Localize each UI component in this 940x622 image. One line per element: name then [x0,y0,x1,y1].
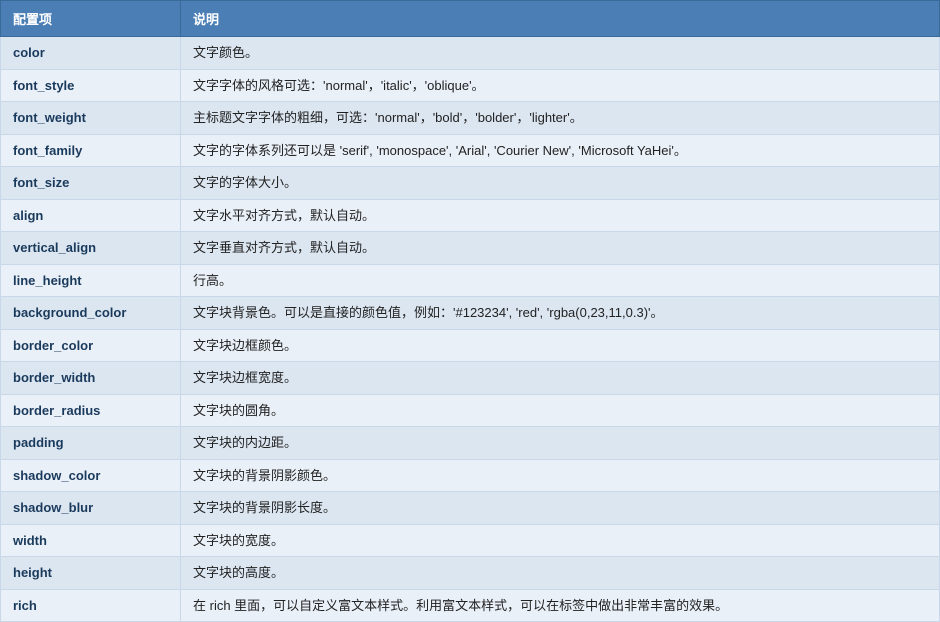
cell-description: 文字块的宽度。 [181,524,940,557]
table-row: padding文字块的内边距。 [1,427,940,460]
cell-description: 文字颜色。 [181,37,940,70]
table-row: color文字颜色。 [1,37,940,70]
cell-key: color [1,37,181,70]
cell-description: 文字字体的风格可选：'normal'，'italic'，'oblique'。 [181,69,940,102]
table-row: width文字块的宽度。 [1,524,940,557]
table-row: border_radius文字块的圆角。 [1,394,940,427]
cell-description: 文字块边框颜色。 [181,329,940,362]
cell-key: font_weight [1,102,181,135]
table-row: shadow_color文字块的背景阴影颜色。 [1,459,940,492]
header-key: 配置项 [1,1,181,37]
header-description: 说明 [181,1,940,37]
cell-description: 行高。 [181,264,940,297]
table-row: vertical_align文字垂直对齐方式，默认自动。 [1,232,940,265]
table-row: font_size文字的字体大小。 [1,167,940,200]
cell-key: vertical_align [1,232,181,265]
cell-description: 文字块的圆角。 [181,394,940,427]
cell-key: padding [1,427,181,460]
table-row: align文字水平对齐方式，默认自动。 [1,199,940,232]
cell-description: 文字的字体大小。 [181,167,940,200]
cell-key: height [1,557,181,590]
cell-key: width [1,524,181,557]
cell-description: 在 rich 里面，可以自定义富文本样式。利用富文本样式，可以在标签中做出非常丰… [181,589,940,622]
cell-description: 文字的字体系列还可以是 'serif', 'monospace', 'Arial… [181,134,940,167]
cell-key: rich [1,589,181,622]
table-row: shadow_blur文字块的背景阴影长度。 [1,492,940,525]
cell-key: background_color [1,297,181,330]
cell-description: 文字水平对齐方式，默认自动。 [181,199,940,232]
table-row: height文字块的高度。 [1,557,940,590]
cell-key: shadow_color [1,459,181,492]
cell-key: shadow_blur [1,492,181,525]
cell-key: font_size [1,167,181,200]
cell-key: font_family [1,134,181,167]
table-row: rich在 rich 里面，可以自定义富文本样式。利用富文本样式，可以在标签中做… [1,589,940,622]
cell-key: font_style [1,69,181,102]
cell-key: border_width [1,362,181,395]
cell-description: 主标题文字字体的粗细，可选：'normal'，'bold'，'bolder'，'… [181,102,940,135]
config-table: 配置项 说明 color文字颜色。font_style文字字体的风格可选：'no… [0,0,940,622]
table-row: font_weight主标题文字字体的粗细，可选：'normal'，'bold'… [1,102,940,135]
table-row: line_height行高。 [1,264,940,297]
table-row: font_style文字字体的风格可选：'normal'，'italic'，'o… [1,69,940,102]
cell-description: 文字块背景色。可以是直接的颜色值，例如：'#123234', 'red', 'r… [181,297,940,330]
cell-description: 文字块边框宽度。 [181,362,940,395]
table-row: background_color文字块背景色。可以是直接的颜色值，例如：'#12… [1,297,940,330]
cell-description: 文字垂直对齐方式，默认自动。 [181,232,940,265]
cell-key: align [1,199,181,232]
table-row: border_width文字块边框宽度。 [1,362,940,395]
cell-key: line_height [1,264,181,297]
cell-description: 文字块的内边距。 [181,427,940,460]
cell-description: 文字块的背景阴影长度。 [181,492,940,525]
table-header-row: 配置项 说明 [1,1,940,37]
table-row: font_family文字的字体系列还可以是 'serif', 'monospa… [1,134,940,167]
table-row: border_color文字块边框颜色。 [1,329,940,362]
cell-description: 文字块的背景阴影颜色。 [181,459,940,492]
cell-key: border_color [1,329,181,362]
cell-key: border_radius [1,394,181,427]
cell-description: 文字块的高度。 [181,557,940,590]
